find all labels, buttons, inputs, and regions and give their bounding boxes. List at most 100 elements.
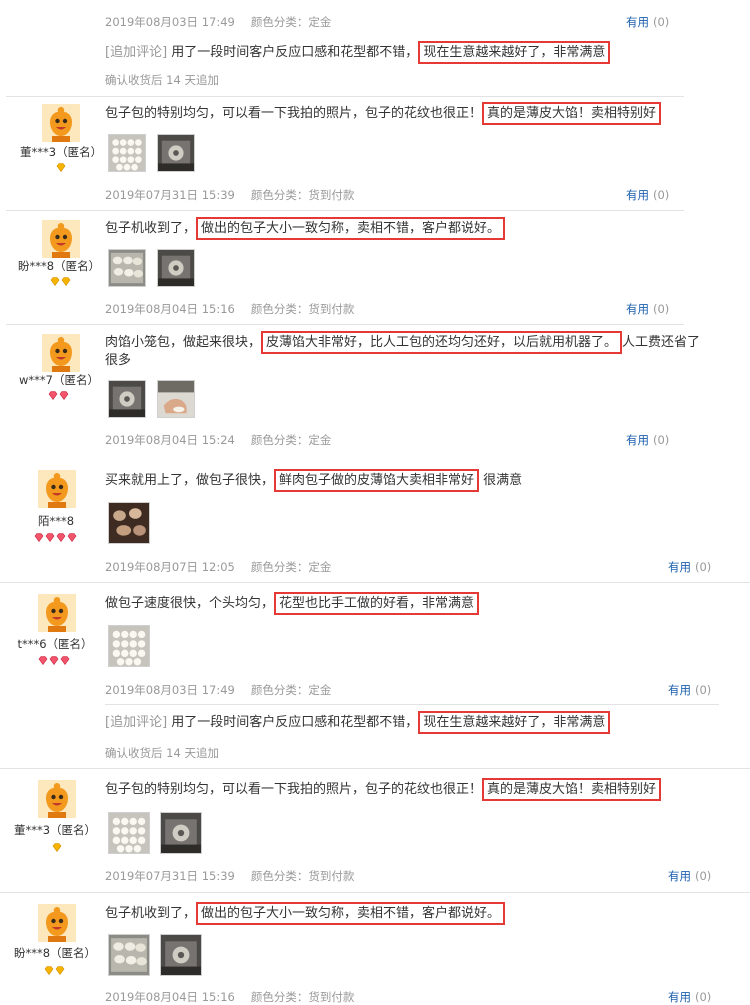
helpful-button[interactable]: 有用 (0)	[626, 301, 669, 317]
helpful-count: (0)	[695, 869, 712, 883]
review-photo[interactable]	[157, 134, 195, 172]
user-level-badge	[34, 533, 77, 542]
user-level-badge	[44, 966, 65, 975]
yellow-diamond-icon	[56, 163, 66, 172]
review-photo[interactable]	[160, 934, 202, 976]
category-label: 颜色分类：	[250, 683, 309, 697]
date-text: 2019年08月03日 17:49	[105, 15, 235, 29]
review-text: 买来就用上了，做包子很快， 鲜肉包子做的皮薄馅大卖相非常好 很满意	[105, 469, 523, 492]
review-photo[interactable]	[157, 249, 195, 287]
helpful-label[interactable]: 有用	[668, 560, 691, 574]
helpful-button[interactable]: 有用 (0)	[668, 989, 711, 1005]
helpful-label[interactable]: 有用	[668, 683, 691, 697]
review-text: 包子机收到了， 做出的包子大小一致匀称，卖相不错，客户都说好。	[105, 902, 506, 925]
highlighted-text: 真的是薄皮大馅！卖相特别好	[482, 778, 662, 801]
review-divider	[6, 96, 684, 97]
helpful-count: (0)	[695, 683, 712, 697]
username: 陌***8	[37, 514, 75, 528]
review-photo[interactable]	[160, 812, 202, 854]
helpful-button[interactable]: 有用 (0)	[668, 682, 711, 698]
review-text-plain: 包子机收到了，	[105, 906, 197, 921]
helpful-count: (0)	[653, 15, 670, 29]
username: 盼***8（匿名）	[13, 946, 97, 960]
user-level-badge	[48, 391, 69, 400]
helpful-count: (0)	[695, 560, 712, 574]
category-label: 颜色分类：	[250, 560, 309, 574]
helpful-button[interactable]: 有用 (0)	[668, 868, 711, 884]
append-label: [追加评论]	[105, 715, 168, 730]
review-photo[interactable]	[108, 134, 146, 172]
helpful-button[interactable]: 有用 (0)	[668, 559, 711, 575]
review-photo[interactable]	[108, 249, 146, 287]
append-divider	[105, 704, 719, 705]
date-text: 2019年08月07日 12:05	[105, 560, 235, 574]
category-value: 定金	[308, 15, 332, 29]
helpful-label[interactable]: 有用	[626, 15, 649, 29]
red-diamond-icon	[67, 533, 77, 542]
review-text-plain: 很满意	[479, 473, 523, 488]
review-photo[interactable]	[108, 934, 150, 976]
review-text: 包子包的特别均匀，可以看一下我拍的照片，包子的花纹也很正！ 真的是薄皮大馅！卖相特…	[105, 102, 662, 125]
user-level-badge	[50, 277, 71, 286]
red-diamond-icon	[34, 533, 44, 542]
helpful-button[interactable]: 有用 (0)	[626, 187, 669, 203]
category-label: 颜色分类：	[250, 433, 309, 447]
highlighted-text: 鲜肉包子做的皮薄馅大卖相非常好	[274, 469, 480, 492]
helpful-label[interactable]: 有用	[626, 433, 649, 447]
user-avatar[interactable]	[38, 594, 76, 632]
helpful-label[interactable]: 有用	[668, 869, 691, 883]
helpful-label[interactable]: 有用	[626, 188, 649, 202]
user-avatar[interactable]	[42, 220, 80, 258]
category-label: 颜色分类：	[250, 15, 309, 29]
helpful-label[interactable]: 有用	[668, 990, 691, 1004]
append-text: 用了一段时间客户反应口感和花型都不错，	[171, 45, 419, 60]
review-date: 2019年08月04日 15:24 颜色分类：定金	[105, 432, 331, 448]
review-date: 2019年07月31日 15:39 颜色分类：货到付款	[105, 868, 354, 884]
highlighted-text: 花型也比手工做的好看，非常满意	[274, 592, 480, 615]
review-text: 肉馅小笼包，做起来很块， 皮薄馅大非常好，比人工包的还均匀还好，以后就用机器了。人…	[105, 331, 700, 354]
review-date: 2019年07月31日 15:39 颜色分类：货到付款	[105, 187, 354, 203]
append-comment: [追加评论] 用了一段时间客户反应口感和花型都不错， 现在生意越来越好了，非常满意	[105, 41, 611, 64]
date-text: 2019年07月31日 15:39	[105, 869, 235, 883]
date-text: 2019年07月31日 15:39	[105, 188, 235, 202]
yellow-diamond-icon	[61, 277, 71, 286]
user-avatar[interactable]	[38, 470, 76, 508]
date-text: 2019年08月03日 17:49	[105, 683, 235, 697]
user-avatar[interactable]	[38, 780, 76, 818]
username: t***6（匿名）	[17, 637, 93, 651]
review-date: 2019年08月03日 17:49 颜色分类：定金	[105, 14, 331, 30]
date-text: 2019年08月04日 15:16	[105, 302, 235, 316]
red-diamond-icon	[49, 656, 59, 665]
date-text: 2019年08月04日 15:24	[105, 433, 235, 447]
append-label: [追加评论]	[105, 45, 168, 60]
append-comment: [追加评论] 用了一段时间客户反应口感和花型都不错， 现在生意越来越好了，非常满意	[105, 711, 611, 734]
review-text-plain: 包子包的特别均匀，可以看一下我拍的照片，包子的花纹也很正！	[105, 106, 483, 121]
category-label: 颜色分类：	[250, 869, 309, 883]
highlighted-text: 现在生意越来越好了，非常满意	[418, 711, 611, 734]
red-diamond-icon	[38, 656, 48, 665]
helpful-button[interactable]: 有用 (0)	[626, 14, 669, 30]
review-text-continuation: 很多	[105, 353, 132, 368]
category-label: 颜色分类：	[250, 990, 309, 1004]
review-photo[interactable]	[108, 812, 150, 854]
review-photo[interactable]	[157, 380, 195, 418]
review-photo[interactable]	[108, 380, 146, 418]
category-value: 货到付款	[308, 188, 355, 202]
review-photo[interactable]	[108, 625, 150, 667]
helpful-button[interactable]: 有用 (0)	[626, 432, 669, 448]
review-text-plain: 做包子速度很快，个头均匀，	[105, 596, 275, 611]
category-value: 定金	[308, 683, 332, 697]
user-avatar[interactable]	[42, 334, 80, 372]
user-avatar[interactable]	[38, 904, 76, 942]
helpful-label[interactable]: 有用	[626, 302, 649, 316]
category-value: 定金	[308, 560, 332, 574]
highlighted-text: 做出的包子大小一致匀称，卖相不错，客户都说好。	[196, 217, 506, 240]
date-text: 2019年08月04日 15:16	[105, 990, 235, 1004]
user-level-badge	[52, 843, 62, 852]
user-avatar[interactable]	[42, 104, 80, 142]
review-photo[interactable]	[108, 502, 150, 544]
category-label: 颜色分类：	[250, 188, 309, 202]
helpful-count: (0)	[653, 302, 670, 316]
category-value: 货到付款	[308, 302, 355, 316]
helpful-count: (0)	[653, 188, 670, 202]
